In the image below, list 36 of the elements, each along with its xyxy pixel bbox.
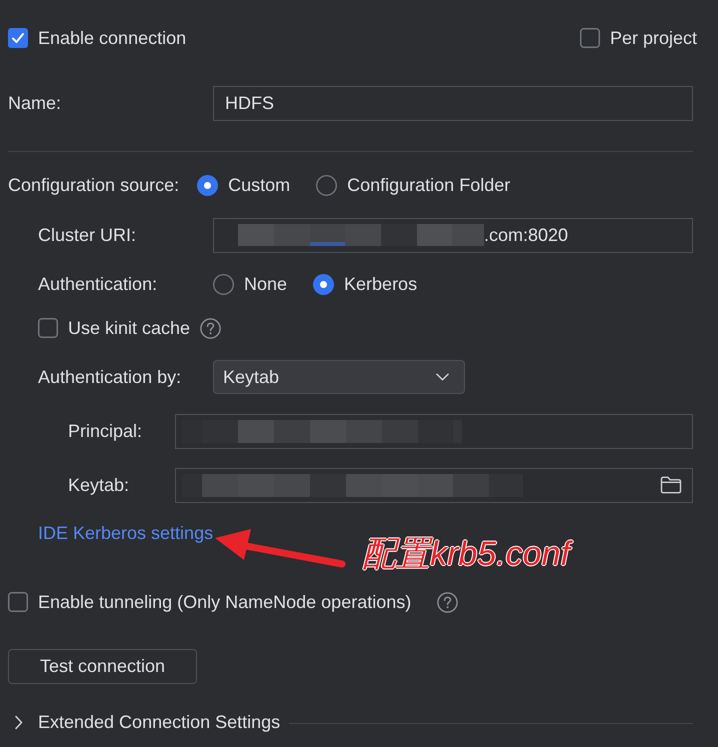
configuration-source-label: Configuration source:: [8, 174, 180, 196]
help-icon[interactable]: [200, 318, 222, 338]
enable-connection-label[interactable]: Enable connection: [38, 28, 186, 48]
principal-field[interactable]: [175, 414, 693, 448]
chevron-down-icon: [436, 373, 449, 381]
radio-label[interactable]: Kerberos: [344, 274, 418, 294]
authentication-by-dropdown[interactable]: Keytab: [213, 360, 465, 394]
kerberos-settings-link[interactable]: IDE Kerberos settings: [38, 522, 214, 544]
per-project-checkbox[interactable]: [580, 28, 600, 48]
keytab-label: Keytab:: [68, 474, 130, 496]
name-label: Name:: [8, 92, 62, 114]
per-project-label[interactable]: Per project: [610, 28, 697, 48]
use-kinit-cache-checkbox[interactable]: [38, 318, 58, 338]
chevron-icon[interactable]: [14, 714, 23, 730]
extended-settings-label[interactable]: Extended Connection Settings: [38, 712, 280, 732]
radio-button[interactable]: [213, 274, 234, 294]
principal-label: Principal:: [68, 420, 144, 442]
radio-label[interactable]: None: [244, 274, 288, 294]
enable-tunneling-checkbox[interactable]: [8, 592, 28, 612]
cluster-uri-field[interactable]: .com:8020: [213, 218, 693, 252]
help-icon[interactable]: [437, 592, 458, 612]
keytab-field[interactable]: [175, 468, 693, 502]
radio-label[interactable]: Custom: [228, 174, 290, 196]
radio-button[interactable]: [316, 174, 338, 196]
name-field[interactable]: HDFS: [213, 86, 693, 120]
radio-button[interactable]: [197, 174, 218, 196]
cluster-uri-label: Cluster URI:: [38, 224, 138, 246]
radio-label[interactable]: Configuration Folder: [347, 174, 510, 196]
authentication-by-label: Authentication by:: [38, 366, 182, 388]
enable-tunneling-label[interactable]: Enable tunneling (Only NameNode operations): [38, 592, 412, 612]
authentication-label: Authentication:: [38, 274, 158, 294]
use-kinit-cache-label[interactable]: Use kinit cache: [68, 318, 190, 338]
enable-connection-checkbox[interactable]: [8, 28, 28, 48]
folder-icon[interactable]: [660, 476, 682, 494]
radio-button[interactable]: [313, 274, 334, 294]
test-connection-button[interactable]: Test connection: [8, 649, 197, 684]
